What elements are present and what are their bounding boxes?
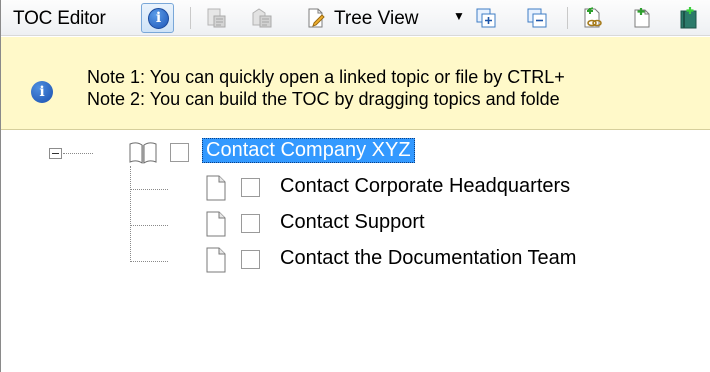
chevron-down-icon[interactable]: ▼ <box>453 9 465 23</box>
info-icon: i <box>148 8 169 29</box>
new-topic-icon[interactable] <box>631 7 653 29</box>
collapse-all-icon[interactable] <box>526 7 548 29</box>
panel-title: TOC Editor <box>13 8 106 29</box>
page-icon <box>205 175 227 206</box>
tree-connector <box>130 225 168 226</box>
tree-connector <box>130 166 131 262</box>
info-icon: i <box>31 81 53 103</box>
tree-node-label[interactable]: Contact Corporate Headquarters <box>280 175 570 198</box>
tree-node-label[interactable]: Contact Company XYZ <box>202 138 415 163</box>
new-book-icon[interactable] <box>677 7 699 29</box>
tree-connector <box>63 153 93 154</box>
node-checkbox[interactable] <box>170 143 189 162</box>
page-icon <box>205 247 227 278</box>
note-1: Note 1: You can quickly open a linked to… <box>87 67 565 87</box>
tree-view-label[interactable]: Tree View <box>334 8 418 30</box>
tree-connector <box>130 261 168 262</box>
info-toggle-button[interactable]: i <box>141 3 174 33</box>
page-icon <box>205 211 227 242</box>
add-topic-link-icon[interactable] <box>582 7 604 29</box>
node-checkbox[interactable] <box>241 250 260 269</box>
node-checkbox[interactable] <box>241 214 260 233</box>
expand-all-icon[interactable] <box>475 7 497 29</box>
note-2: Note 2: You can build the TOC by draggin… <box>87 89 560 109</box>
tree-connector <box>130 189 168 190</box>
collapse-toggle-icon[interactable] <box>49 148 62 159</box>
tree-node-label[interactable]: Contact the Documentation Team <box>280 247 576 270</box>
toolbar: TOC Editor i Tree View ▼ <box>1 0 710 36</box>
tree-node-label[interactable]: Contact Support <box>280 211 425 234</box>
topic-properties-icon[interactable] <box>205 7 227 29</box>
book-icon <box>128 141 158 170</box>
node-checkbox[interactable] <box>241 178 260 197</box>
tree-view-icon[interactable] <box>305 7 327 29</box>
folder-properties-icon[interactable] <box>251 7 273 29</box>
toc-editor-panel: TOC Editor i Tree View ▼ i Note 1: You c… <box>0 0 710 372</box>
toolbar-separator <box>190 7 191 29</box>
toolbar-separator <box>567 7 568 29</box>
notes-banner: i Note 1: You can quickly open a linked … <box>1 37 710 130</box>
